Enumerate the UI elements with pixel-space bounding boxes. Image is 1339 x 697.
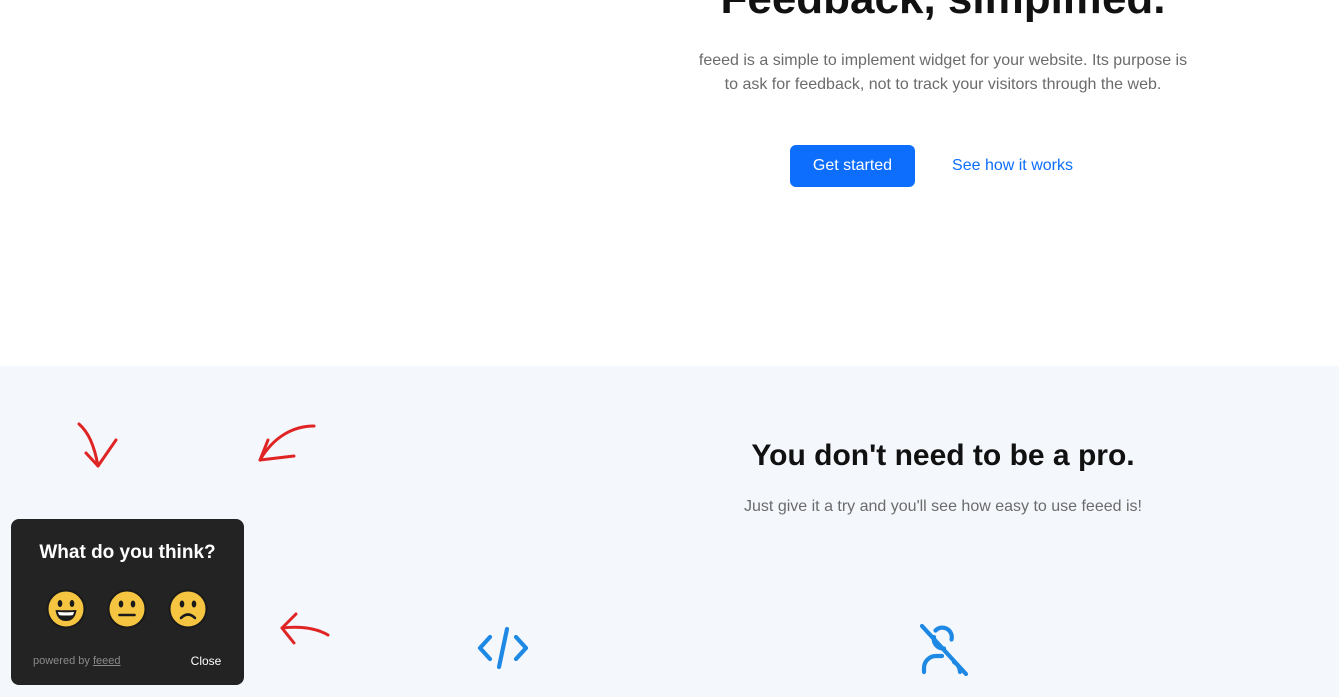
close-button[interactable]: Close	[184, 651, 228, 671]
code-icon	[475, 620, 531, 676]
widget-question: What do you think?	[39, 542, 216, 563]
get-started-button[interactable]: Get started	[790, 145, 915, 187]
user-off-icon	[914, 620, 970, 676]
features-subtitle: Just give it a try and you'll see how ea…	[744, 498, 1142, 515]
neutral-emoji-icon[interactable]	[107, 589, 147, 629]
see-how-it-works-link[interactable]: See how it works	[930, 145, 1095, 187]
powered-by-prefix: powered by	[33, 655, 90, 667]
feeed-link[interactable]: feeed	[93, 655, 121, 667]
hero-title: Feedback, simplified.	[640, 0, 1246, 24]
features-title: You don't need to be a pro.	[751, 439, 1135, 472]
emoji-rating-row	[11, 589, 244, 631]
hero-description: feeed is a simple to implement widget fo…	[698, 52, 1188, 93]
sad-emoji-icon[interactable]	[168, 589, 208, 629]
powered-by: powered by feeed	[33, 654, 120, 668]
hero-section: Feedback, simplified. feeed is a simple …	[0, 0, 1339, 366]
happy-emoji-icon[interactable]	[46, 589, 86, 629]
page: Feedback, simplified. feeed is a simple …	[0, 0, 1339, 697]
feedback-widget: What do you think? powered by feeed Clos…	[11, 519, 244, 685]
